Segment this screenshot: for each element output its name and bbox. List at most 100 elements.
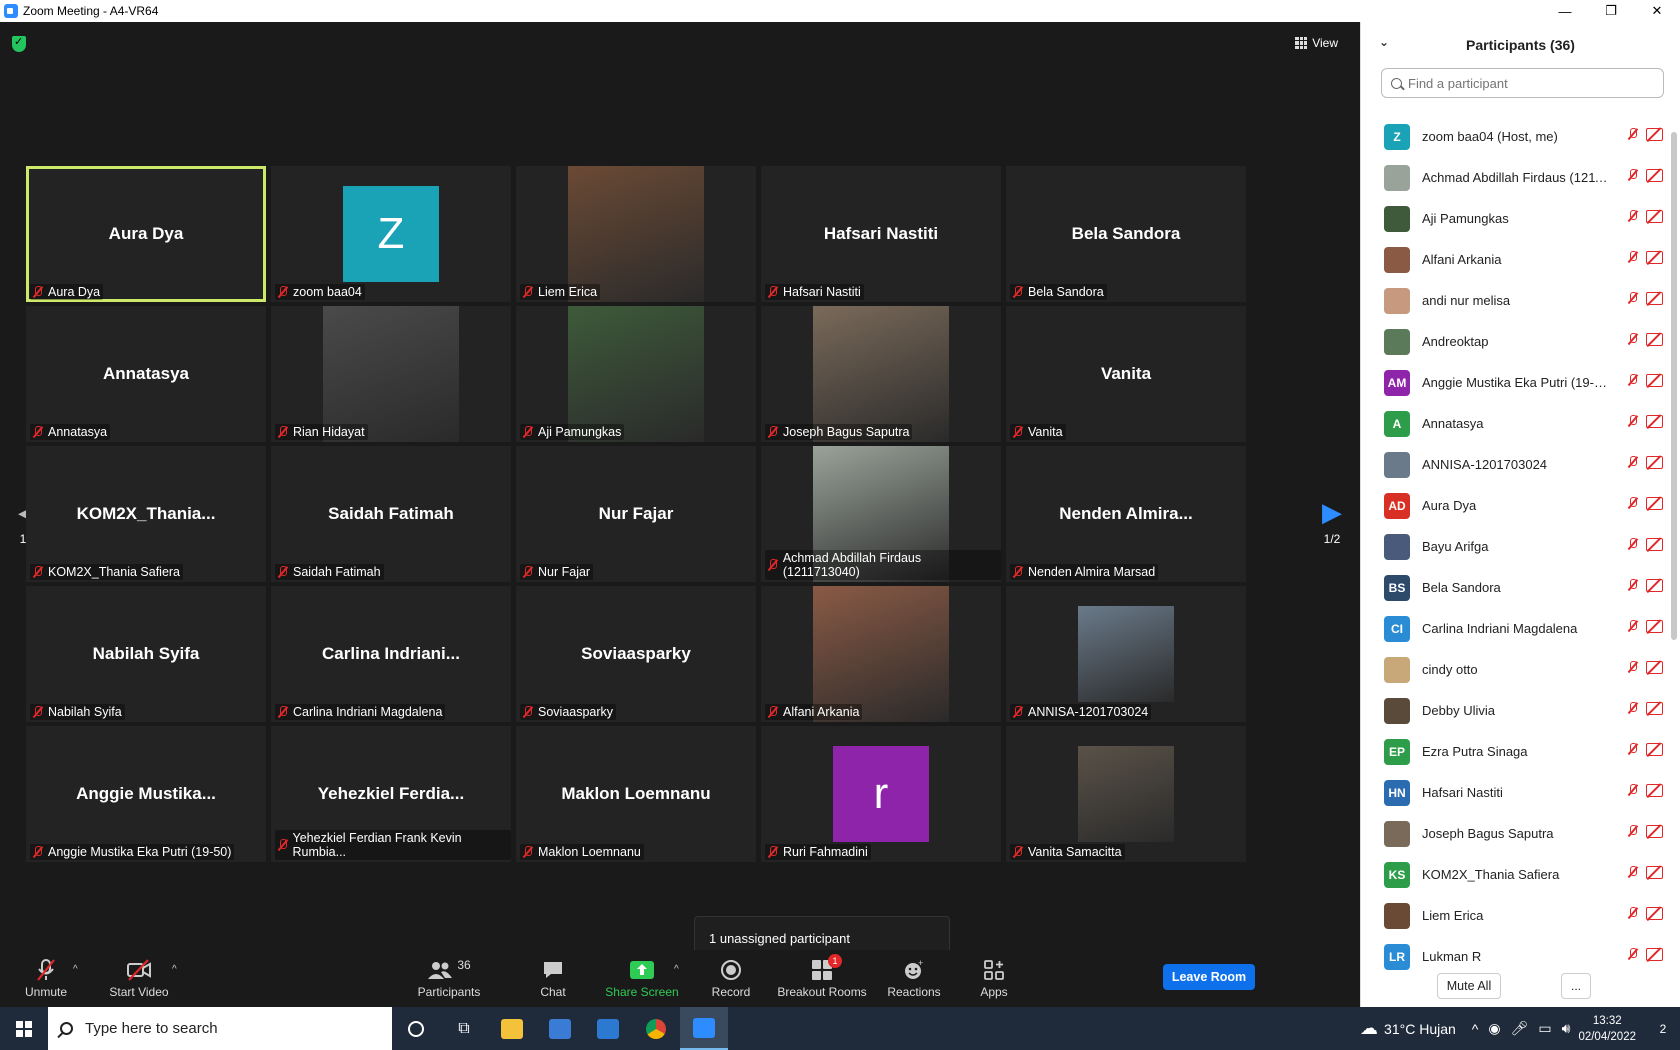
breakout-rooms-button[interactable]: 1 Breakout Rooms — [776, 950, 868, 1007]
participant-name: Achmad Abdillah Firdaus (1211... — [1422, 170, 1612, 185]
participant-status-icons — [1628, 784, 1663, 797]
tray-chevron-icon[interactable]: ^ — [1472, 1021, 1479, 1037]
video-tile[interactable]: Vanita Samacitta — [1006, 726, 1246, 862]
video-tile[interactable]: Nabilah Syifa Nabilah Syifa — [26, 586, 266, 722]
participant-row[interactable]: A Annatasya — [1361, 403, 1671, 444]
participant-list[interactable]: Zzoom baa04 (Host, me) Achmad Abdillah Fi… — [1361, 116, 1671, 978]
audio-options-caret-icon[interactable]: ^ — [73, 964, 78, 975]
network-icon[interactable]: ▭ — [1538, 1020, 1551, 1037]
participant-row[interactable]: Alfani Arkania — [1361, 239, 1671, 280]
chrome-app[interactable] — [632, 1007, 680, 1050]
record-button[interactable]: Record — [706, 950, 756, 1007]
mic-muted-icon — [1628, 866, 1638, 878]
participant-row[interactable]: Liem Erica — [1361, 895, 1671, 936]
next-page-button[interactable]: ▶ 1/2 — [1316, 492, 1348, 582]
participant-search[interactable] — [1381, 68, 1664, 98]
participant-row[interactable]: EP Ezra Putra Sinaga — [1361, 731, 1671, 772]
start-button[interactable] — [0, 1007, 48, 1050]
participant-row[interactable]: ANNISA-1201703024 — [1361, 444, 1671, 485]
minimize-button[interactable]: — — [1542, 0, 1588, 22]
video-tile[interactable]: Saidah Fatimah Saidah Fatimah — [271, 446, 511, 582]
participant-name: Anggie Mustika Eka Putri (19-50) — [1422, 375, 1612, 390]
more-options-button[interactable]: ... — [1561, 973, 1591, 999]
reactions-button[interactable]: + Reactions — [886, 950, 942, 1007]
participant-search-input[interactable] — [1408, 75, 1628, 91]
video-tile[interactable]: Annatasya Annatasya — [26, 306, 266, 442]
task-view-button[interactable]: ⧉ — [440, 1007, 488, 1050]
video-tile[interactable]: Nenden Almira... Nenden Almira Marsad — [1006, 446, 1246, 582]
mic-muted-icon — [32, 958, 60, 982]
zoom-taskbar-app[interactable] — [680, 1007, 728, 1050]
encryption-shield-icon[interactable] — [12, 35, 26, 52]
video-tile[interactable]: Yehezkiel Ferdia... Yehezkiel Ferdian Fra… — [271, 726, 511, 862]
store-app[interactable] — [536, 1007, 584, 1050]
video-tile[interactable]: Achmad Abdillah Firdaus (1211713040) — [761, 446, 1001, 582]
view-button[interactable]: View — [1295, 32, 1338, 54]
mail-app[interactable] — [584, 1007, 632, 1050]
tile-name-label: Yehezkiel Ferdian Frank Kevin Rumbia... — [275, 830, 511, 860]
unmute-button[interactable]: Unmute — [22, 950, 70, 1007]
volume-icon[interactable]: 🔊︎ — [1562, 1020, 1571, 1037]
mute-all-button[interactable]: Mute All — [1437, 973, 1501, 999]
video-off-icon — [1646, 169, 1663, 182]
apps-button[interactable]: Apps — [974, 950, 1014, 1007]
participant-row[interactable]: BS Bela Sandora — [1361, 567, 1671, 608]
video-tile[interactable]: Liem Erica — [516, 166, 756, 302]
video-off-icon — [1646, 456, 1663, 469]
video-tile[interactable]: Rian Hidayat — [271, 306, 511, 442]
video-tile[interactable]: Alfani Arkania — [761, 586, 1001, 722]
start-video-button[interactable]: Start Video — [104, 950, 174, 1007]
participant-row[interactable]: AD Aura Dya — [1361, 485, 1671, 526]
video-tile[interactable]: Anggie Mustika... Anggie Mustika Eka Putr… — [26, 726, 266, 862]
participant-name: Alfani Arkania — [1422, 252, 1502, 267]
cortana-button[interactable] — [392, 1007, 440, 1050]
video-tile[interactable]: Zzoom baa04 — [271, 166, 511, 302]
participant-row[interactable]: AM Anggie Mustika Eka Putri (19-50) — [1361, 362, 1671, 403]
collapse-chevron-icon[interactable]: ⌄ — [1379, 35, 1389, 49]
participant-row[interactable]: cindy otto — [1361, 649, 1671, 690]
participant-row[interactable]: Bayu Arifga — [1361, 526, 1671, 567]
video-tile[interactable]: Bela Sandora Bela Sandora — [1006, 166, 1246, 302]
share-screen-button[interactable]: Share Screen — [604, 950, 680, 1007]
file-explorer-app[interactable] — [488, 1007, 536, 1050]
video-tile[interactable]: r Ruri Fahmadini — [761, 726, 1001, 862]
chat-button[interactable]: Chat — [530, 950, 576, 1007]
participants-button[interactable]: 36 Participants — [414, 950, 484, 1007]
video-options-caret-icon[interactable]: ^ — [172, 964, 177, 975]
tile-participant-name: Joseph Bagus Saputra — [783, 425, 910, 439]
participant-row[interactable]: Achmad Abdillah Firdaus (1211... — [1361, 157, 1671, 198]
notification-center-button[interactable]: 2 — [1646, 1007, 1680, 1050]
video-tile[interactable]: Aura Dya Aura Dya — [26, 166, 266, 302]
participant-row[interactable]: KS KOM2X_Thania Safiera — [1361, 854, 1671, 895]
video-tile[interactable]: Carlina Indriani... Carlina Indriani Magd… — [271, 586, 511, 722]
share-options-caret-icon[interactable]: ^ — [674, 964, 679, 975]
tile-name-label: ANNISA-1201703024 — [1010, 704, 1152, 720]
video-tile[interactable]: Joseph Bagus Saputra — [761, 306, 1001, 442]
participant-row[interactable]: HN Hafsari Nastiti — [1361, 772, 1671, 813]
participant-row[interactable]: Andreoktap — [1361, 321, 1671, 362]
participant-list-scrollbar[interactable] — [1671, 132, 1677, 640]
video-tile[interactable]: ANNISA-1201703024 — [1006, 586, 1246, 722]
participant-row[interactable]: Joseph Bagus Saputra — [1361, 813, 1671, 854]
participant-avatar — [1384, 205, 1410, 232]
video-tile[interactable]: Soviaasparky Soviaasparky — [516, 586, 756, 722]
video-tile[interactable]: KOM2X_Thania... KOM2X_Thania Safiera — [26, 446, 266, 582]
tile-name-label: Hafsari Nastiti — [765, 284, 864, 300]
video-tile[interactable]: Maklon Loemnanu Maklon Loemnanu — [516, 726, 756, 862]
close-button[interactable]: ✕ — [1634, 0, 1680, 22]
restore-button[interactable]: ❐ — [1588, 0, 1634, 22]
leave-room-button[interactable]: Leave Room — [1163, 964, 1255, 990]
participant-row[interactable]: Zzoom baa04 (Host, me) — [1361, 116, 1671, 157]
clock[interactable]: 13:32 02/04/2022 — [1578, 1013, 1636, 1045]
taskbar-search[interactable]: Type here to search — [48, 1007, 392, 1050]
weather-text[interactable]: 31°C Hujan — [1384, 1021, 1456, 1037]
participant-row[interactable]: Debby Ulivia — [1361, 690, 1671, 731]
video-tile[interactable]: Nur Fajar Nur Fajar — [516, 446, 756, 582]
mic-muted-icon — [1628, 538, 1638, 550]
video-tile[interactable]: Vanita Vanita — [1006, 306, 1246, 442]
video-tile[interactable]: Hafsari Nastiti Hafsari Nastiti — [761, 166, 1001, 302]
video-tile[interactable]: Aji Pamungkas — [516, 306, 756, 442]
participant-row[interactable]: CI Carlina Indriani Magdalena — [1361, 608, 1671, 649]
participant-row[interactable]: Aji Pamungkas — [1361, 198, 1671, 239]
participant-row[interactable]: andi nur melisa — [1361, 280, 1671, 321]
